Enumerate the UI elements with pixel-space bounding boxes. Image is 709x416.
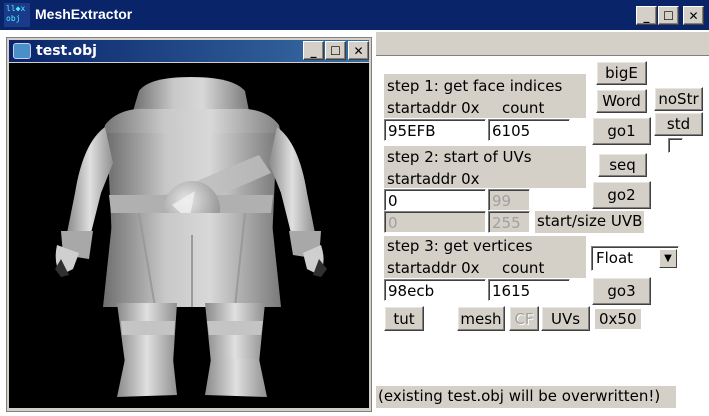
child-window-icon (13, 43, 31, 59)
go2-button[interactable]: go2 (592, 181, 651, 209)
close-icon: ✕ (353, 43, 364, 58)
step3-heading: step 3: get vertices (387, 237, 533, 255)
step1-count-input[interactable]: 6105 (488, 119, 570, 141)
cf-button[interactable]: CF (509, 306, 539, 331)
bigE-button[interactable]: bigE (596, 61, 647, 85)
app-icon-text: ll◆x obj (6, 4, 26, 23)
step1-count-label: count (502, 99, 545, 117)
step3-startaddr-label: startaddr 0x (387, 259, 480, 277)
seq-button[interactable]: seq (598, 153, 647, 177)
uvb-label: start/size UVB (535, 211, 645, 233)
maximize-icon: ☐ (663, 8, 674, 23)
std-checkbox[interactable] (668, 138, 683, 153)
step2-startaddr-input[interactable]: 0 (384, 189, 486, 211)
chevron-down-icon[interactable]: ▼ (659, 249, 677, 268)
step3-count-input[interactable]: 1615 (488, 279, 570, 301)
maximize-icon: ☐ (330, 43, 341, 58)
mesh-render (55, 77, 327, 397)
step2-extra-input[interactable]: 99 (488, 189, 530, 211)
nostr-button[interactable]: noStr (654, 87, 703, 111)
uvb-size-input[interactable]: 255 (488, 211, 530, 233)
step2-startaddr-label: startaddr 0x (387, 170, 480, 188)
mesh-viewport[interactable] (9, 63, 369, 408)
close-button[interactable]: ✕ (683, 6, 704, 25)
app-icon: ll◆x obj (4, 3, 30, 27)
step1-startaddr-label: startaddr 0x (387, 99, 480, 117)
minimize-icon: _ (310, 43, 317, 58)
step3-count-label: count (502, 259, 545, 277)
stride-value: 0x50 (595, 309, 641, 329)
close-icon: ✕ (688, 8, 699, 23)
child-minimize-button[interactable]: _ (303, 41, 324, 60)
minimize-icon: _ (643, 8, 650, 23)
step3-startaddr-input[interactable]: 98ecb (384, 279, 486, 301)
vertex-format-value: Float (596, 249, 634, 267)
mesh-button[interactable]: mesh (457, 306, 505, 331)
status-message: (existing test.obj will be overwritten!) (376, 386, 676, 408)
window-title: MeshExtractor (35, 6, 133, 22)
tut-button[interactable]: tut (384, 306, 424, 331)
step1-startaddr-input[interactable]: 95EFB (384, 119, 486, 141)
maximize-button[interactable]: ☐ (658, 6, 679, 25)
menu-strip (376, 32, 709, 56)
child-maximize-button[interactable]: ☐ (325, 41, 346, 60)
go1-button[interactable]: go1 (592, 117, 651, 145)
go3-button[interactable]: go3 (592, 277, 651, 305)
step2-heading: step 2: start of UVs (387, 148, 532, 166)
minimize-button[interactable]: _ (636, 6, 657, 25)
uvs-button[interactable]: UVs (541, 306, 590, 331)
step1-heading: step 1: get face indices (387, 77, 563, 95)
child-window-title: test.obj (36, 43, 97, 59)
word-button[interactable]: Word (596, 89, 647, 113)
std-button[interactable]: std (654, 112, 703, 136)
uvb-start-input[interactable]: 0 (384, 211, 486, 233)
child-close-button[interactable]: ✕ (348, 41, 369, 60)
